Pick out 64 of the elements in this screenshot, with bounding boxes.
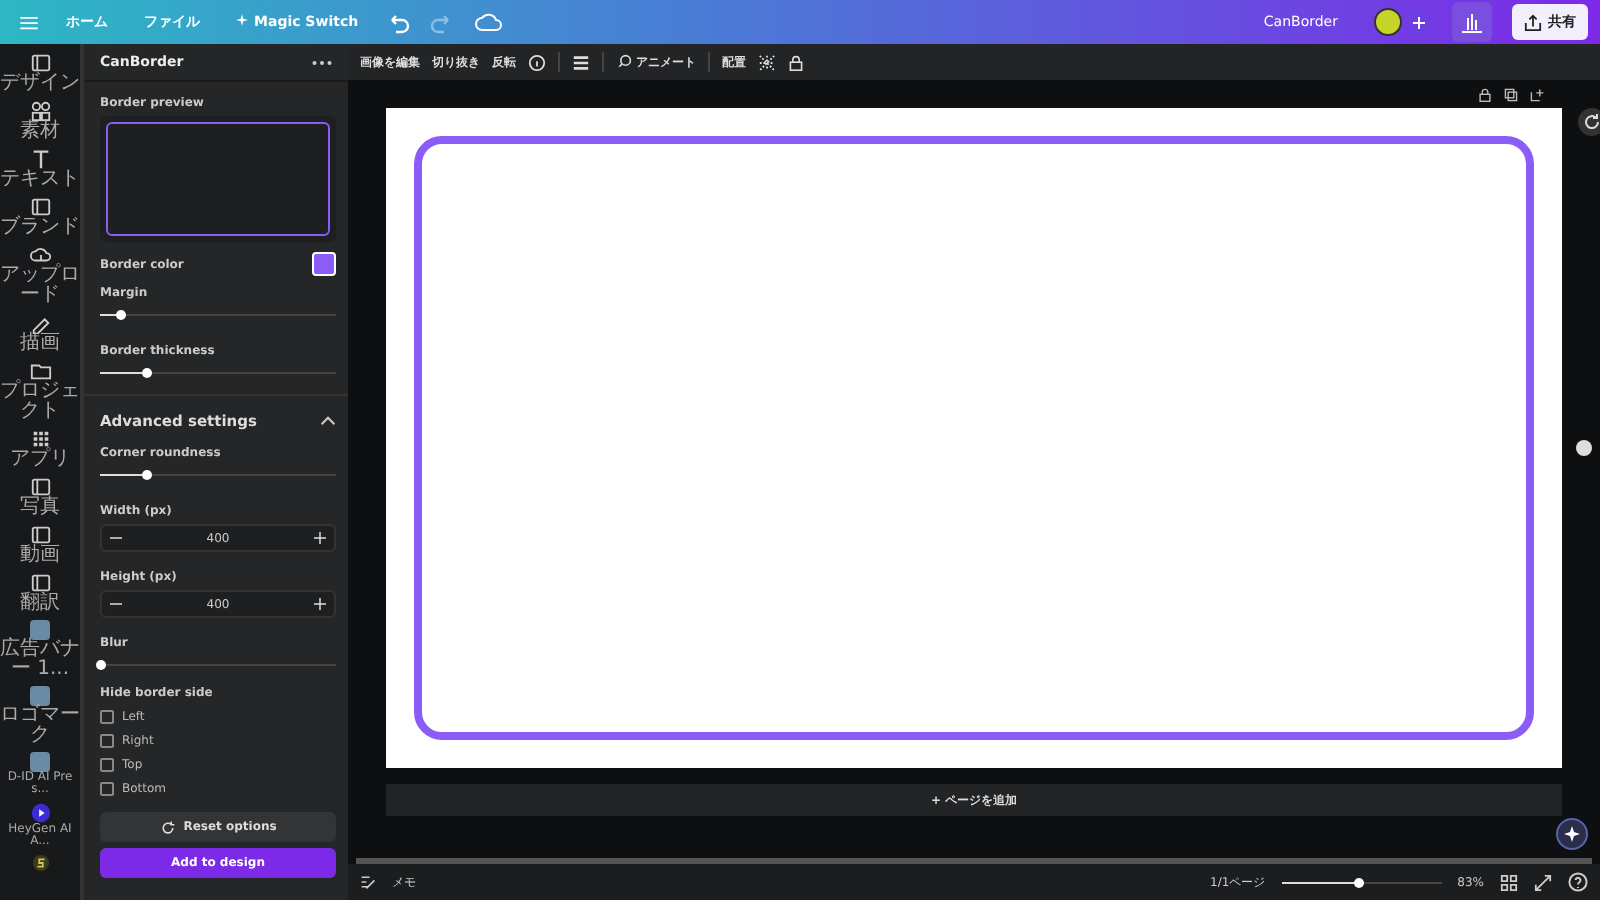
sidebar-label[interactable]: 動画 <box>0 546 80 566</box>
plus-icon[interactable] <box>313 598 326 610</box>
avatar[interactable] <box>1374 8 1402 36</box>
minus-icon[interactable] <box>110 598 122 610</box>
undo-icon[interactable] <box>386 10 411 34</box>
refresh-icon <box>159 819 176 835</box>
slider-thumb[interactable] <box>142 368 153 378</box>
transparency-icon[interactable] <box>572 53 590 71</box>
lock-icon[interactable] <box>788 53 804 71</box>
notes-icon[interactable] <box>360 874 376 890</box>
slider-thumb[interactable] <box>95 660 105 670</box>
checkbox[interactable] <box>100 782 114 796</box>
add-icon[interactable] <box>1406 9 1432 35</box>
app-thumbnail[interactable] <box>30 686 50 706</box>
text-icon[interactable] <box>29 148 51 170</box>
pen-icon[interactable] <box>29 312 51 334</box>
help-icon[interactable] <box>1568 872 1588 892</box>
plus-icon[interactable] <box>313 532 326 544</box>
cloud-icon <box>474 12 503 32</box>
grid-view-icon[interactable] <box>1500 873 1518 891</box>
info-icon[interactable] <box>528 53 546 71</box>
folder-icon[interactable] <box>29 360 51 382</box>
sidebar-label[interactable]: ロゴマーク <box>0 706 80 746</box>
app-thumbnail[interactable] <box>30 620 50 640</box>
add-page-icon[interactable] <box>1530 88 1544 102</box>
sidebar-label[interactable]: デザイン <box>0 74 80 94</box>
sidebar-label[interactable]: 素材 <box>0 122 80 142</box>
cloud-icon[interactable] <box>29 244 51 266</box>
slider-thumb[interactable] <box>1354 877 1365 887</box>
sidebar-label[interactable]: 広告バナー 1... <box>0 640 80 680</box>
checkbox[interactable] <box>100 710 114 724</box>
lock-icon[interactable] <box>1478 88 1492 102</box>
rotate-icon[interactable] <box>1578 108 1600 136</box>
animate-icon <box>616 54 632 70</box>
slider-thumb[interactable] <box>142 470 153 480</box>
side-handle[interactable] <box>1576 440 1592 456</box>
share-icon <box>1524 13 1542 31</box>
more-icon[interactable] <box>312 59 332 65</box>
grid-icon[interactable] <box>29 428 51 450</box>
sidebar-label[interactable]: 写真 <box>0 498 80 518</box>
minus-icon[interactable] <box>110 532 122 544</box>
app-thumbnail[interactable] <box>30 752 50 772</box>
sidebar-label[interactable]: 翻訳 <box>0 594 80 614</box>
sidebar-label[interactable]: アプリ <box>0 450 80 470</box>
sidebar-label[interactable]: プロジェクト <box>0 382 80 422</box>
pattern-icon[interactable] <box>758 53 776 71</box>
checkbox[interactable] <box>100 758 114 772</box>
slider-thumb[interactable] <box>116 310 127 320</box>
play-icon[interactable] <box>29 802 51 824</box>
sparkle-button[interactable] <box>1556 818 1588 850</box>
layout-icon[interactable] <box>29 52 51 74</box>
chevron-icon[interactable] <box>320 416 336 426</box>
sidebar-label[interactable]: ブランド <box>0 218 80 238</box>
fullscreen-icon[interactable] <box>1534 873 1552 891</box>
sidebar-label[interactable]: アップロード <box>0 266 80 306</box>
sidebar-label[interactable]: 描画 <box>0 334 80 354</box>
copy-icon[interactable] <box>1504 88 1518 102</box>
shapes-icon[interactable] <box>29 100 51 122</box>
sidebar-label[interactable]: テキスト <box>0 170 80 190</box>
checkbox[interactable] <box>100 734 114 748</box>
chart-icon[interactable] <box>1452 2 1492 42</box>
app-icon[interactable] <box>31 854 49 872</box>
color-swatch[interactable] <box>312 252 336 276</box>
sparkle-icon <box>236 14 248 26</box>
